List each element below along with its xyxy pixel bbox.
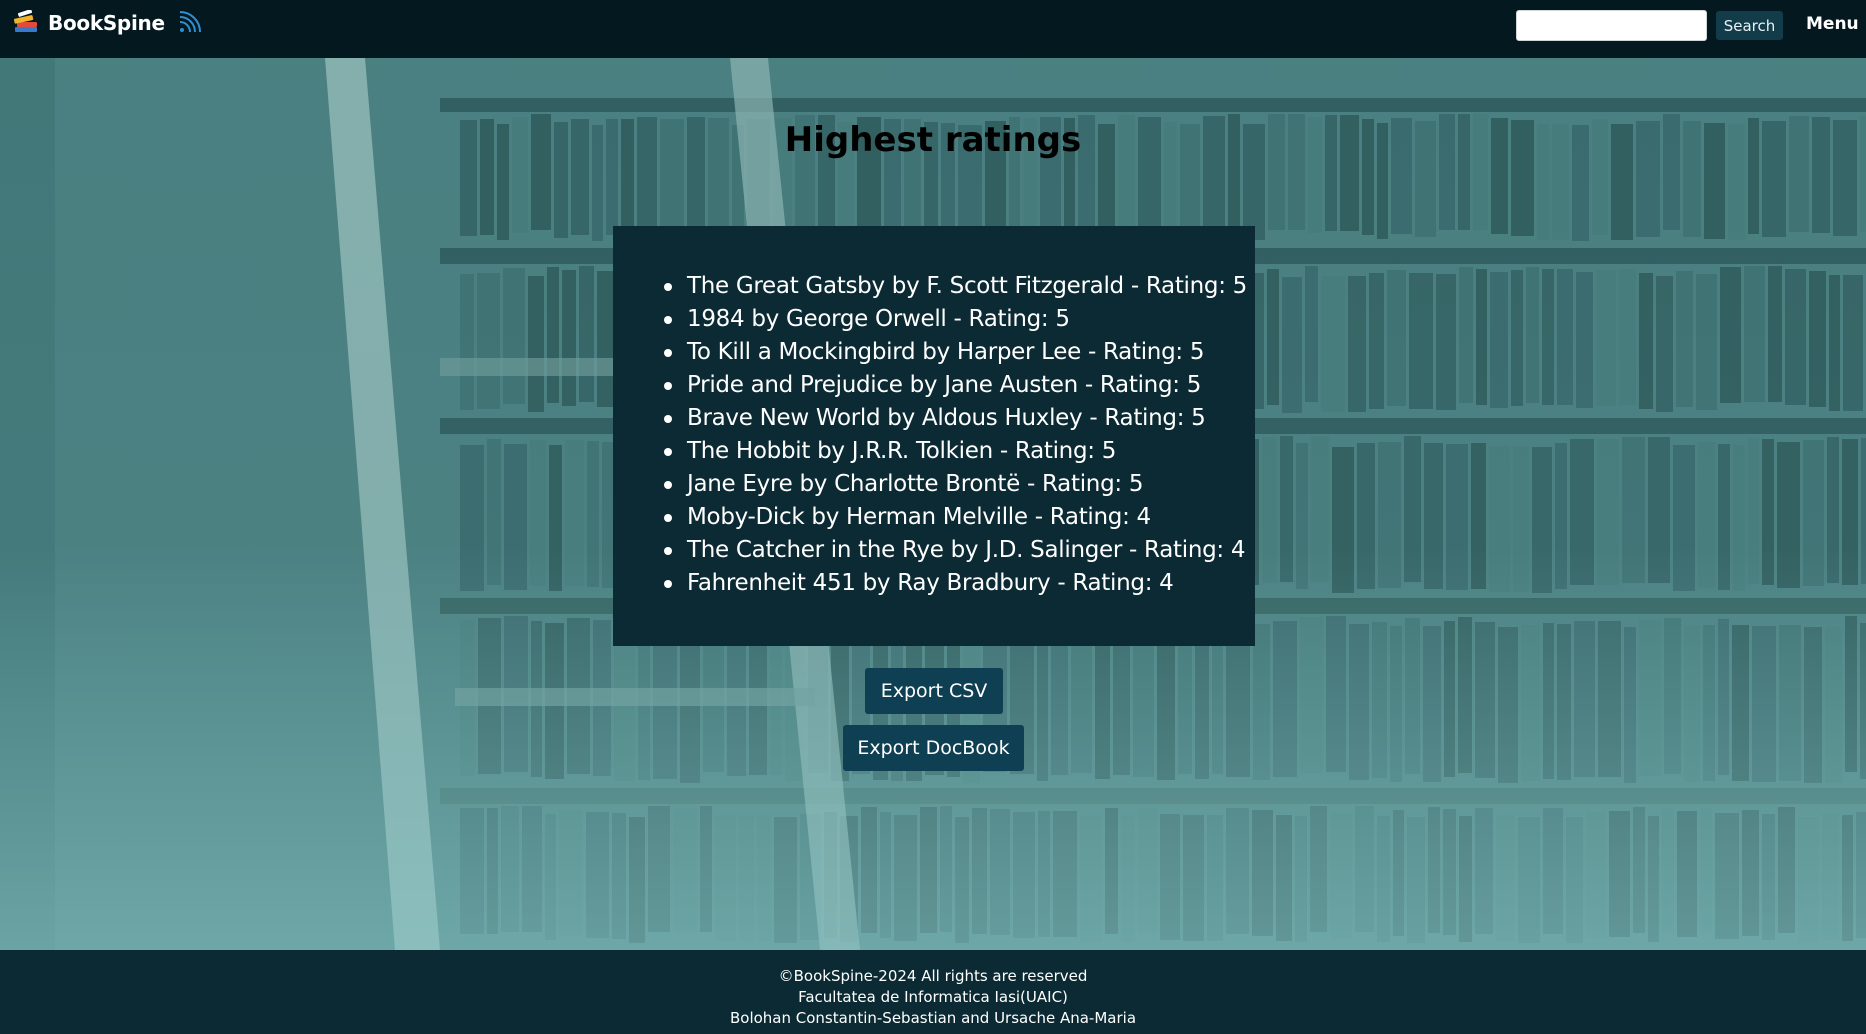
rating-entry: Moby-Dick by Herman Melville - Rating: 4 xyxy=(687,504,1151,530)
authors-text: Bolohan Constantin-Sebastian and Ursache… xyxy=(729,1009,1137,1027)
rating-entry: To Kill a Mockingbird by Harper Lee - Ra… xyxy=(687,339,1205,365)
faculty-text: Facultatea de Informatica Iasi(UAIC) xyxy=(798,988,1068,1006)
rating-entry: Jane Eyre by Charlotte Brontë - Rating: … xyxy=(687,471,1144,497)
list-item: Jane Eyre by Charlotte Brontë - Rating: … xyxy=(664,468,1235,501)
rating-entry: The Great Gatsby by F. Scott Fitzgerald … xyxy=(687,273,1248,299)
list-item: The Hobbit by J.R.R. Tolkien - Rating: 5 xyxy=(664,435,1235,468)
bullet-icon xyxy=(664,514,672,522)
rating-entry: 1984 by George Orwell - Rating: 5 xyxy=(687,306,1070,332)
bullet-icon xyxy=(664,547,672,555)
list-item: Fahrenheit 451 by Ray Bradbury - Rating:… xyxy=(664,567,1235,600)
list-item: Moby-Dick by Herman Melville - Rating: 4 xyxy=(664,501,1235,534)
rss-feed-icon[interactable] xyxy=(177,11,201,35)
search-input[interactable] xyxy=(1516,10,1707,41)
top-navigation-bar: BookSpine Search Menu xyxy=(0,0,1866,58)
footer: ©BookSpine-2024 All rights are reserved … xyxy=(0,950,1866,1034)
bullet-icon xyxy=(664,316,672,324)
list-item: 1984 by George Orwell - Rating: 5 xyxy=(664,303,1235,336)
rating-entry: Brave New World by Aldous Huxley - Ratin… xyxy=(687,405,1206,431)
rating-entry: The Catcher in the Rye by J.D. Salinger … xyxy=(687,537,1246,563)
ratings-panel: The Great Gatsby by F. Scott Fitzgerald … xyxy=(613,226,1255,646)
bullet-icon xyxy=(664,349,672,357)
ratings-list: The Great Gatsby by F. Scott Fitzgerald … xyxy=(664,270,1247,600)
bullet-icon xyxy=(664,580,672,588)
export-docbook-button[interactable]: Export DocBook xyxy=(843,725,1024,771)
brand[interactable]: BookSpine xyxy=(12,10,201,36)
bullet-icon xyxy=(664,415,672,423)
export-csv-button[interactable]: Export CSV xyxy=(865,668,1003,714)
page-title: Highest ratings xyxy=(784,120,1082,160)
list-item: The Great Gatsby by F. Scott Fitzgerald … xyxy=(664,270,1247,303)
search-button[interactable]: Search xyxy=(1716,11,1783,40)
menu-button[interactable]: Menu xyxy=(1806,14,1859,34)
rating-entry: The Hobbit by J.R.R. Tolkien - Rating: 5 xyxy=(687,438,1117,464)
list-item: Brave New World by Aldous Huxley - Ratin… xyxy=(664,402,1235,435)
main-content: Highest ratings The Great Gatsby by F. S… xyxy=(0,58,1866,950)
list-item: To Kill a Mockingbird by Harper Lee - Ra… xyxy=(664,336,1235,369)
rating-entry: Fahrenheit 451 by Ray Bradbury - Rating:… xyxy=(687,570,1174,596)
bullet-icon xyxy=(664,382,672,390)
copyright-text: ©BookSpine-2024 All rights are reserved xyxy=(778,967,1088,985)
rating-entry: Pride and Prejudice by Jane Austen - Rat… xyxy=(687,372,1202,398)
bullet-icon xyxy=(664,283,672,291)
list-item: Pride and Prejudice by Jane Austen - Rat… xyxy=(664,369,1235,402)
books-stack-icon xyxy=(13,10,37,32)
bullet-icon xyxy=(664,481,672,489)
brand-name: BookSpine xyxy=(48,11,165,35)
bullet-icon xyxy=(664,448,672,456)
list-item: The Catcher in the Rye by J.D. Salinger … xyxy=(664,534,1246,567)
